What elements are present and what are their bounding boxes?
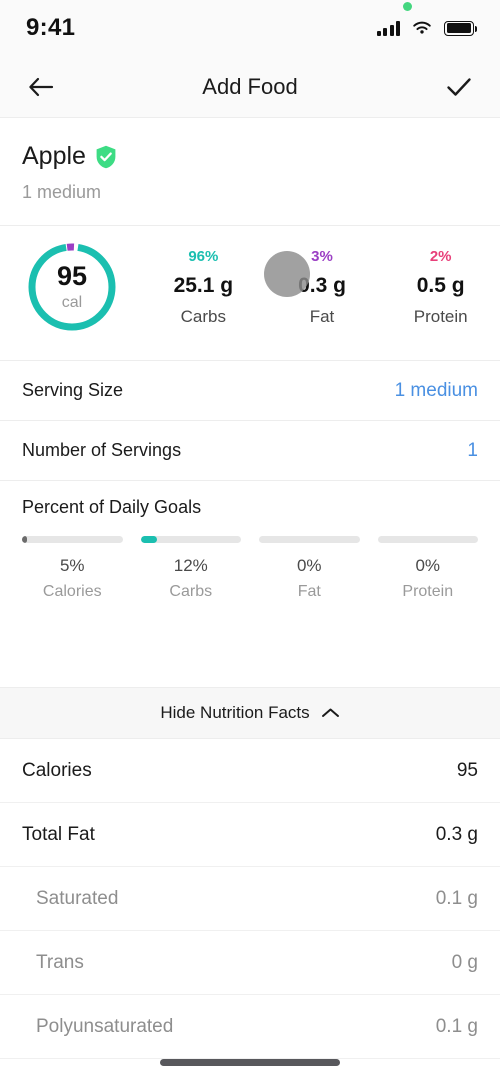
macro-carbs: 96% 25.1 g Carbs [144,248,263,327]
table-row: Trans 0 g [0,931,500,995]
fact-amount: 0.1 g [435,887,478,909]
goal-calories-track [22,536,123,543]
goal-calories: 5% Calories [22,536,123,601]
number-of-servings-label: Number of Servings [22,440,182,460]
goal-carbs-label: Carbs [169,583,213,600]
macro-fat-percent: 3% [311,247,333,265]
goal-calories-percent: 5% [59,556,85,575]
goal-carbs-percent: 12% [173,556,208,575]
hide-nutrition-facts-label: Hide Nutrition Facts [160,703,310,722]
table-row: Polyunsaturated 0.1 g [0,995,500,1059]
battery-icon [444,20,478,36]
back-button[interactable] [24,70,58,104]
home-indicator [160,1059,340,1066]
table-row: Total Fat 0.3 g [0,803,500,867]
status-bar: 9:41 [0,0,500,56]
table-row: Saturated 0.1 g [0,867,500,931]
goal-protein-label: Protein [402,583,454,600]
section-spacer [0,623,500,687]
navigation-bar: Add Food [0,56,500,118]
macro-fat-label: Fat [309,306,335,326]
macro-summary: 95 cal 96% 25.1 g Carbs 3% 0.3 g Fat 2% … [0,225,500,360]
food-header: Apple 1 medium [0,118,500,225]
page-title: Add Food [202,73,298,99]
fact-name: Trans [36,951,84,973]
status-bar-time: 9:41 [26,14,76,41]
goal-fat: 0% Fat [259,536,360,601]
calorie-ring: 95 cal [25,240,119,334]
fact-amount: 0 g [451,951,478,973]
verified-shield-icon [96,145,116,168]
serving-size-label: Serving Size [22,380,124,400]
macro-protein-percent: 2% [429,247,452,265]
goal-protein-percent: 0% [415,556,441,575]
serving-size-row[interactable]: Serving Size 1 medium [0,360,500,420]
fact-amount: 95 [456,759,478,781]
goal-fat-track [259,536,360,543]
number-of-servings-row[interactable]: Number of Servings 1 [0,420,500,480]
table-row: Calories 95 [0,739,500,803]
fact-name: Total Fat [22,823,95,845]
macro-protein-label: Protein [413,306,468,326]
calorie-ring-wrap: 95 cal [0,240,144,334]
food-name: Apple [22,142,86,170]
arrow-left-icon [29,77,54,96]
status-bar-icons [376,2,478,36]
macro-carbs-value: 25.1 g [173,273,234,297]
macro-fat: 3% 0.3 g Fat [263,248,382,327]
chevron-up-icon [321,708,339,717]
app-screen: 9:41 Add Food Apple 1 medium 95 cal 96% … [0,0,500,1080]
fact-name: Calories [22,759,92,781]
fact-amount: 0.3 g [435,823,478,845]
calorie-ring-center: 95 cal [25,240,119,334]
daily-goals-grid: 5% Calories 12% Carbs 0% Fat 0% Protein [22,536,478,601]
daily-goals-section: Percent of Daily Goals 5% Calories 12% C… [0,480,500,623]
serving-size-value[interactable]: 1 medium [395,380,478,402]
daily-goals-title: Percent of Daily Goals [22,497,202,517]
macro-carbs-label: Carbs [180,306,227,326]
recording-indicator-icon [403,2,412,11]
goal-protein: 0% Protein [377,536,478,601]
goal-carbs: 12% Carbs [140,536,241,601]
goal-fat-percent: 0% [296,556,322,575]
macro-fat-value: 0.3 g [298,273,346,297]
goal-carbs-track [140,536,241,543]
goal-carbs-fill [140,536,157,543]
checkmark-icon [447,77,471,96]
food-name-row: Apple [22,142,478,171]
goal-calories-label: Calories [42,583,102,600]
confirm-button[interactable] [442,70,476,104]
macro-protein-value: 0.5 g [416,273,465,297]
goal-fat-label: Fat [297,583,321,600]
cellular-signal-icon [376,20,400,36]
goal-calories-fill [22,536,28,543]
macro-protein: 2% 0.5 g Protein [381,248,500,327]
fact-name: Saturated [36,887,119,909]
fact-amount: 0.1 g [435,1015,478,1037]
macro-carbs-percent: 96% [188,247,219,265]
food-serving-subtitle: 1 medium [22,182,102,202]
calorie-unit: cal [61,294,83,311]
goal-protein-track [377,536,478,543]
number-of-servings-value[interactable]: 1 [467,440,478,462]
hide-nutrition-facts-button[interactable]: Hide Nutrition Facts [0,687,500,739]
calorie-value: 95 [56,261,88,291]
fact-name: Polyunsaturated [36,1015,174,1037]
wifi-icon [413,21,431,34]
